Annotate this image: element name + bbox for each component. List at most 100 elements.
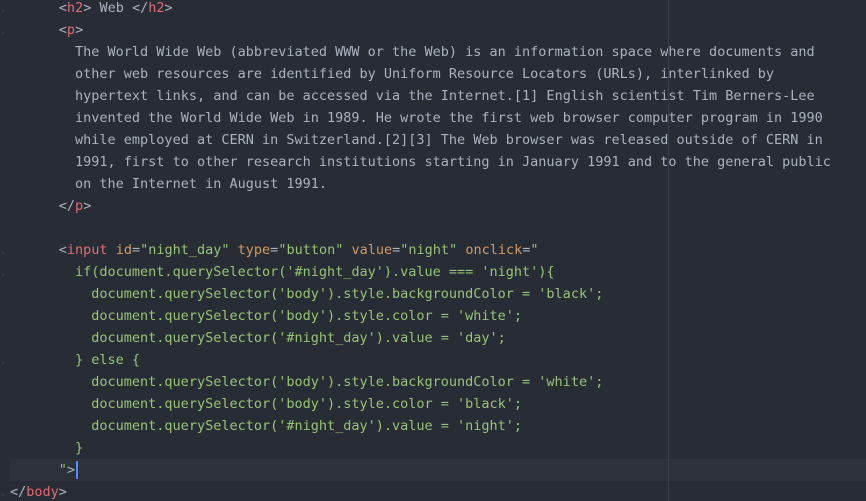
code-token: hypertext links, and can be accessed via… [75,88,815,104]
code-token: < [58,242,67,258]
code-token: value [351,242,393,258]
code-token: > [83,198,92,214]
code-token: h2 [148,0,165,16]
code-token: onclick [465,242,523,258]
code-line[interactable]: document.querySelector('body').style.bac… [10,371,866,393]
code-token: input [66,242,108,258]
code-line[interactable]: hypertext links, and can be accessed via… [10,85,866,107]
code-token: The World Wide Web (abbreviated WWW or t… [75,44,815,60]
code-token: < [58,0,67,16]
code-token: </ [131,0,149,16]
fold-marker-icon[interactable]: › [1,250,7,257]
code-token: if(document.querySelector('#night_day').… [75,264,555,280]
code-token: type [237,242,271,258]
code-token: < [58,22,67,38]
gutter: › › › › › › [0,0,10,501]
code-token: "night_day" [140,242,230,258]
code-line[interactable]: </p> [10,195,866,217]
code-line[interactable]: "> [10,459,866,481]
code-token: "button" [278,242,344,258]
code-token: = [131,242,141,258]
code-line[interactable]: 1991, first to other research institutio… [10,151,866,173]
code-token: h2 [66,0,84,16]
code-line[interactable] [10,217,866,239]
code-token: </ [58,198,76,214]
code-token: p [75,198,84,214]
code-token: </ [10,484,27,500]
code-token: other web resources are identified by Un… [75,66,775,82]
text-cursor [76,461,79,479]
code-token: document.querySelector('#night_day').val… [91,418,523,434]
code-token: } else { [75,352,141,368]
code-line[interactable]: document.querySelector('#night_day').val… [10,415,866,437]
code-token: " [58,462,67,478]
code-token: invented the World Wide Web in 1989. He … [75,110,823,126]
fold-marker-icon[interactable]: › [1,272,7,279]
code-line[interactable]: The World Wide Web (abbreviated WWW or t… [10,41,866,63]
code-line[interactable]: <input id="night_day" type="button" valu… [10,239,866,261]
code-token: 1991, first to other research institutio… [75,154,831,170]
code-token: on the Internet in August 1991. [75,176,327,192]
fold-marker-icon[interactable]: › [1,8,7,15]
code-line[interactable]: document.querySelector('body').style.bac… [10,283,866,305]
code-line[interactable]: document.querySelector('#night_day').val… [10,327,866,349]
code-token: document.querySelector('body').style.col… [91,396,523,412]
code-line[interactable]: document.querySelector('body').style.col… [10,305,866,327]
code-line[interactable]: <h2> Web </h2> [10,0,866,19]
code-token: > [75,22,84,38]
code-line[interactable]: } else { [10,349,866,371]
code-token: while employed at CERN in Switzerland.[2… [75,132,823,148]
code-line[interactable]: invented the World Wide Web in 1989. He … [10,107,866,129]
code-token: document.querySelector('#night_day').val… [91,330,506,346]
code-line[interactable]: <p> [10,19,866,41]
wrap-guide [668,0,669,501]
fold-marker-icon[interactable]: › [1,360,7,367]
code-line[interactable]: </body> [10,481,866,501]
code-line[interactable]: document.querySelector('body').style.col… [10,393,866,415]
code-token: > [58,484,67,500]
code-line[interactable]: other web resources are identified by Un… [10,63,866,85]
code-line[interactable]: on the Internet in August 1991. [10,173,866,195]
fold-marker-icon[interactable]: › [1,30,7,37]
fold-marker-icon[interactable]: › [1,492,7,499]
code-token: "night" [400,242,458,258]
code-token: " [530,242,539,258]
code-token: p [66,22,76,38]
code-token: } [75,440,84,456]
code-token: body [26,484,59,500]
code-line[interactable]: } [10,437,866,459]
code-line[interactable]: if(document.querySelector('#night_day').… [10,261,866,283]
code-token: > [164,0,173,16]
code-area[interactable]: <h2> Web </h2> <p> The World Wide Web (a… [10,0,866,501]
code-token: document.querySelector('body').style.bac… [91,286,604,302]
code-token: Web [91,0,132,16]
code-editor[interactable]: › › › › › › <h2> Web </h2> <p> The World… [0,0,866,501]
code-line[interactable]: while employed at CERN in Switzerland.[2… [10,129,866,151]
code-token: document.querySelector('body').style.col… [91,308,523,324]
code-token: document.querySelector('body').style.bac… [91,374,604,390]
code-token: id [115,242,132,258]
